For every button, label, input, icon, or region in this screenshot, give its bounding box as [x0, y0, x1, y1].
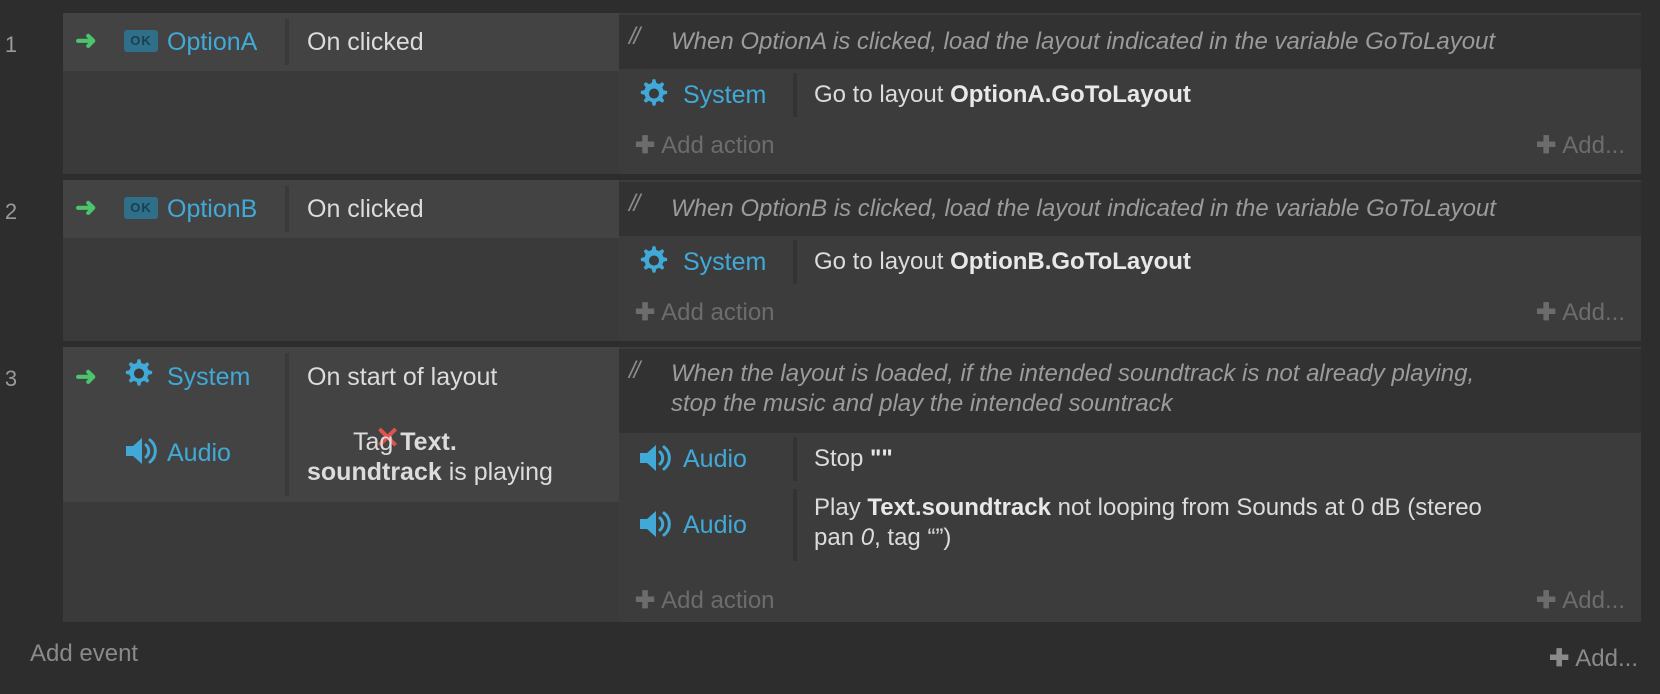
action-object[interactable]: Audio — [619, 433, 789, 483]
action-text[interactable]: Go to layout OptionA.GoToLayout — [814, 80, 1621, 110]
condition-text[interactable]: Tag Text. soundtrack is playing — [307, 427, 611, 487]
conditions-panel: ➜ OK OptionA On clicked — [63, 13, 619, 174]
trigger-arrow-icon: ➜ — [75, 361, 97, 391]
event-number: 2 — [4, 199, 18, 224]
condition-object[interactable]: ➜ System Audio — [63, 347, 285, 502]
event-comment[interactable]: // When the layout is loaded, if the int… — [619, 349, 1641, 433]
condition-row[interactable]: ➜ OK OptionB On clicked — [63, 180, 619, 238]
comment-slash-icon: // — [629, 357, 640, 384]
object-name: OptionA — [167, 28, 258, 56]
action-object[interactable]: System — [619, 69, 789, 121]
object-name: Audio — [683, 445, 747, 473]
event-comment[interactable]: // When OptionA is clicked, load the lay… — [619, 15, 1641, 69]
action-object[interactable]: System — [619, 236, 789, 288]
action-row[interactable]: System Go to layout OptionA.GoToLayout — [619, 69, 1641, 121]
conditions-panel: ➜ OK OptionB On clicked — [63, 180, 619, 341]
event-block-2[interactable]: ➜ OK OptionB On clicked // When OptionB … — [63, 180, 1641, 341]
event-comment[interactable]: // When OptionB is clicked, load the lay… — [619, 182, 1641, 236]
actions-panel: // When OptionA is clicked, load the lay… — [619, 13, 1641, 174]
condition-row[interactable]: ➜ OK OptionA On clicked — [63, 13, 619, 71]
conditions-group: ➜ System Audio On start of layout ✕ Tag … — [63, 347, 619, 502]
conditions-panel: ➜ System Audio On start of layout ✕ Tag … — [63, 347, 619, 622]
plus-icon: ✚ — [1536, 299, 1557, 326]
add-action-button[interactable]: ✚ Add action — [635, 298, 775, 327]
plus-icon: ✚ — [1536, 587, 1557, 614]
action-text[interactable]: Play Text.soundtrack not looping from So… — [814, 493, 1621, 553]
action-object[interactable]: Audio — [619, 485, 789, 565]
trigger-arrow-icon: ➜ — [75, 25, 97, 55]
divider — [285, 19, 289, 65]
divider — [793, 240, 797, 284]
plus-icon: ✚ — [635, 132, 656, 159]
action-row[interactable]: Audio Stop "" — [619, 433, 1641, 483]
add-more-button[interactable]: ✚ Add... — [1536, 298, 1625, 327]
comment-text: When the layout is loaded, if the intend… — [671, 360, 1475, 417]
ok-button-icon: OK — [124, 197, 158, 219]
ok-button-icon: OK — [124, 30, 158, 52]
action-row[interactable]: System Go to layout OptionB.GoToLayout — [619, 236, 1641, 288]
action-text[interactable]: Stop "" — [814, 444, 1621, 474]
speaker-icon — [638, 443, 671, 473]
add-more-button[interactable]: ✚ Add... — [1549, 644, 1638, 673]
object-name: System — [683, 248, 767, 276]
object-name: Audio — [167, 439, 231, 467]
add-action-button[interactable]: ✚ Add action — [635, 586, 775, 615]
condition-object[interactable]: ➜ OK OptionA — [63, 13, 285, 71]
actions-panel: // When the layout is loaded, if the int… — [619, 347, 1641, 622]
add-more-button[interactable]: ✚ Add... — [1536, 131, 1625, 160]
object-name: System — [167, 363, 251, 391]
gear-icon — [125, 359, 153, 386]
gear-icon — [640, 79, 668, 106]
actions-panel: // When OptionB is clicked, load the lay… — [619, 180, 1641, 341]
object-name: OptionB — [167, 195, 258, 223]
plus-icon: ✚ — [635, 299, 656, 326]
speaker-icon — [124, 436, 157, 466]
divider — [793, 489, 797, 561]
condition-text[interactable]: On start of layout — [307, 362, 611, 392]
object-name: System — [683, 81, 767, 109]
action-row[interactable]: Audio Play Text.soundtrack not looping f… — [619, 485, 1641, 565]
trigger-arrow-icon: ➜ — [75, 192, 97, 222]
comment-slash-icon: // — [629, 190, 640, 217]
plus-icon: ✚ — [635, 587, 656, 614]
plus-icon: ✚ — [1536, 132, 1557, 159]
divider — [793, 73, 797, 117]
divider — [285, 353, 289, 496]
comment-text: When OptionB is clicked, load the layout… — [671, 195, 1496, 222]
condition-object[interactable]: ➜ OK OptionB — [63, 180, 285, 238]
divider — [285, 186, 289, 232]
comment-slash-icon: // — [629, 23, 640, 50]
plus-icon: ✚ — [1549, 645, 1570, 672]
gear-icon — [640, 246, 668, 273]
speaker-icon — [638, 509, 671, 539]
condition-text[interactable]: On clicked — [307, 27, 611, 57]
event-number: 3 — [4, 366, 18, 391]
object-name: Audio — [683, 511, 747, 539]
action-text[interactable]: Go to layout OptionB.GoToLayout — [814, 247, 1621, 277]
divider — [793, 437, 797, 481]
event-block-1[interactable]: ➜ OK OptionA On clicked // When OptionA … — [63, 13, 1641, 174]
event-block-3[interactable]: ➜ System Audio On start of layout ✕ Tag … — [63, 347, 1641, 622]
add-event-button[interactable]: Add event — [30, 640, 138, 668]
add-action-button[interactable]: ✚ Add action — [635, 131, 775, 160]
event-number: 1 — [4, 32, 18, 57]
add-more-button[interactable]: ✚ Add... — [1536, 586, 1625, 615]
condition-text[interactable]: On clicked — [307, 194, 611, 224]
comment-text: When OptionA is clicked, load the layout… — [671, 28, 1496, 55]
